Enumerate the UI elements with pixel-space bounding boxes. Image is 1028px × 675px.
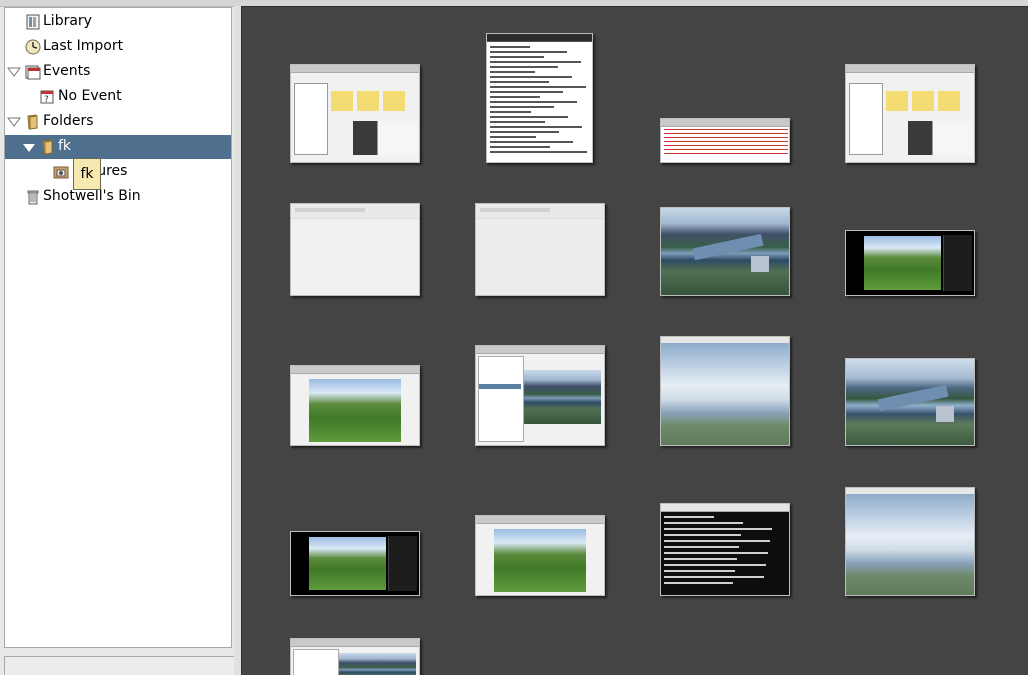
expander-icon[interactable] bbox=[7, 116, 21, 132]
sidebar-item-label: Shotwell's Bin bbox=[43, 188, 141, 204]
expander-icon[interactable] bbox=[7, 66, 21, 82]
trash-icon bbox=[25, 189, 41, 205]
sidebar-item-events[interactable]: Events bbox=[5, 60, 231, 84]
thumb-shotwell-window-2[interactable] bbox=[845, 64, 975, 163]
sidebar-item-last-import[interactable]: Last Import bbox=[5, 35, 231, 59]
thumb-sky-landscape-2[interactable] bbox=[845, 487, 975, 596]
folder-icon bbox=[25, 114, 41, 130]
svg-text:?: ? bbox=[44, 95, 49, 105]
thumb-hillside-window-2[interactable] bbox=[475, 515, 605, 596]
thumb-image-browser[interactable] bbox=[475, 345, 605, 446]
thumb-shotwell-window-1[interactable] bbox=[290, 64, 420, 163]
expander-icon[interactable] bbox=[22, 142, 36, 158]
sidebar-item-label: Folders bbox=[43, 113, 94, 129]
sidebar-item-fk[interactable]: fk bbox=[5, 135, 231, 159]
status-bar bbox=[4, 656, 234, 675]
sidebar-item-bin[interactable]: Shotwell's Bin bbox=[5, 185, 231, 209]
sidebar: Library Last Import Events ? No Event Fo… bbox=[4, 7, 232, 648]
sidebar-item-no-event[interactable]: ? No Event bbox=[5, 85, 231, 109]
no-event-icon: ? bbox=[39, 89, 55, 105]
thumb-hillside-window-1[interactable] bbox=[290, 365, 420, 446]
sidebar-item-label: fk bbox=[58, 138, 72, 154]
thumb-image-browser-2[interactable] bbox=[290, 638, 420, 675]
thumb-text-document[interactable] bbox=[486, 33, 593, 163]
thumb-sky-landscape-1[interactable] bbox=[660, 336, 790, 446]
pictures-folder-icon bbox=[53, 164, 69, 180]
thumb-lake-aerial-1[interactable] bbox=[660, 207, 790, 296]
sidebar-item-label: No Event bbox=[58, 88, 122, 104]
sidebar-item-label: Last Import bbox=[43, 38, 124, 54]
thumb-hillside-viewer-1[interactable] bbox=[845, 230, 975, 296]
sidebar-item-label: Library bbox=[43, 13, 92, 29]
thumb-hillside-viewer-2[interactable] bbox=[290, 531, 420, 596]
clock-icon bbox=[25, 39, 41, 55]
sidebar-item-folders[interactable]: Folders bbox=[5, 110, 231, 134]
thumb-lake-aerial-2[interactable] bbox=[845, 358, 975, 446]
sidebar-item-pictures[interactable]: Pictures bbox=[5, 160, 231, 184]
photo-grid[interactable] bbox=[241, 6, 1028, 675]
tooltip: fk bbox=[73, 158, 101, 190]
thumb-terminal[interactable] bbox=[660, 503, 790, 596]
thumb-blank-window-1[interactable] bbox=[290, 203, 420, 296]
library-icon bbox=[25, 14, 41, 30]
sidebar-item-library[interactable]: Library bbox=[5, 10, 231, 34]
folder-icon bbox=[40, 139, 56, 155]
events-icon bbox=[25, 64, 41, 80]
shotwell-window: Library Last Import Events ? No Event Fo… bbox=[0, 0, 1028, 675]
thumb-spreadsheet[interactable] bbox=[660, 118, 790, 163]
sidebar-item-label: Events bbox=[43, 63, 91, 79]
thumb-blank-window-2[interactable] bbox=[475, 203, 605, 296]
